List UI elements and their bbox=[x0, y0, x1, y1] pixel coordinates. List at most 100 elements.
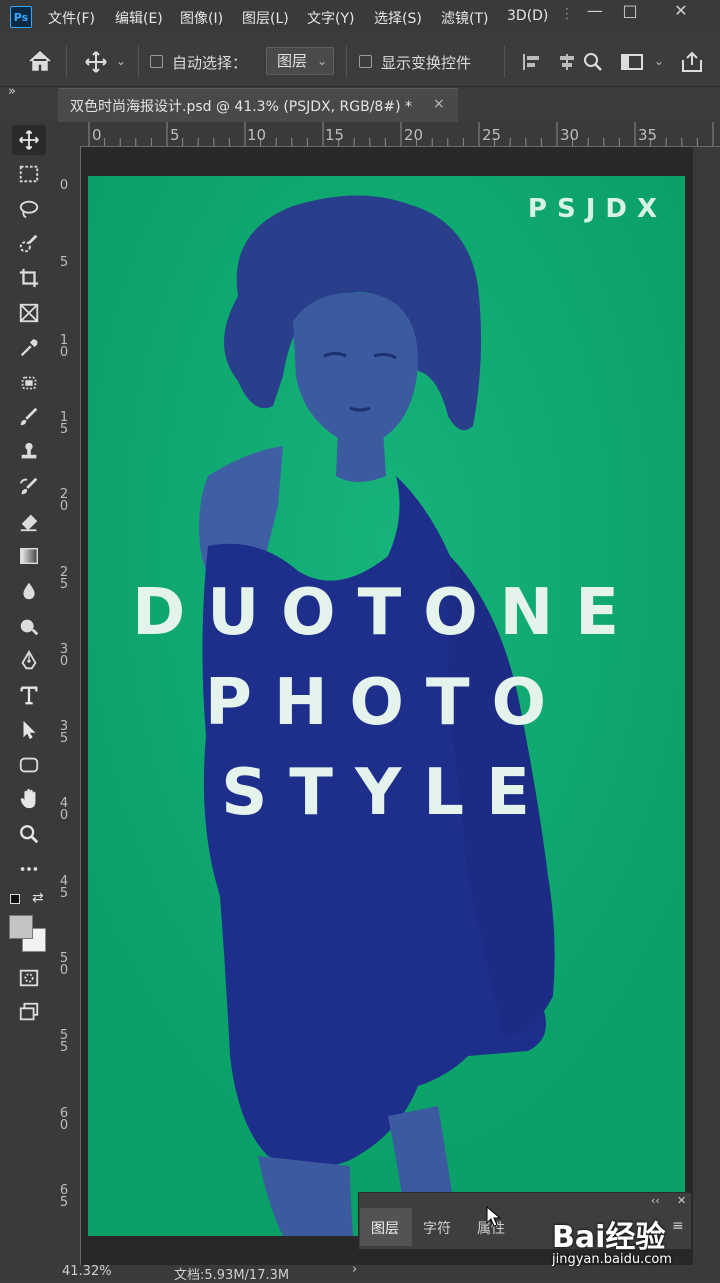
move-tool-icon[interactable] bbox=[12, 125, 46, 155]
ruler-tick-label: 30 bbox=[59, 641, 69, 669]
share-icon[interactable] bbox=[680, 50, 704, 78]
menu-file[interactable]: 文件(F) bbox=[48, 8, 95, 28]
chevron-down-icon[interactable]: ⌄ bbox=[654, 54, 664, 68]
show-transform-checkbox[interactable] bbox=[359, 55, 372, 68]
ruler-tick-label: 25 bbox=[59, 564, 69, 592]
vertical-scrollbar[interactable] bbox=[693, 147, 720, 1265]
maximize-button[interactable]: □ bbox=[615, 0, 645, 24]
spot-healing-tool-icon[interactable] bbox=[12, 368, 46, 398]
ruler-tick-label: 0 bbox=[92, 126, 102, 144]
menu-image[interactable]: 图像(I) bbox=[180, 8, 223, 28]
menu-separator: ⋮ bbox=[560, 6, 574, 22]
history-brush-tool-icon[interactable] bbox=[12, 472, 46, 502]
screen-mode-icon[interactable] bbox=[12, 997, 46, 1027]
tab-character[interactable]: 字符 bbox=[423, 1218, 451, 1238]
menu-type[interactable]: 文字(Y) bbox=[307, 8, 354, 28]
status-menu-arrow-icon[interactable]: › bbox=[352, 1262, 357, 1277]
mouse-cursor-icon bbox=[486, 1205, 502, 1232]
auto-select-checkbox[interactable] bbox=[150, 55, 163, 68]
menu-edit[interactable]: 编辑(E) bbox=[115, 8, 163, 28]
show-transform-label: 显示变换控件 bbox=[381, 54, 472, 72]
document-tab-title: 双色时尚海报设计.psd @ 41.3% (PSJDX, RGB/8#) * bbox=[70, 99, 412, 115]
ruler-tick-label: 50 bbox=[59, 951, 69, 978]
vertical-ruler bbox=[58, 146, 81, 1266]
menu-bar bbox=[0, 0, 720, 34]
options-separator bbox=[138, 46, 139, 78]
marquee-tool-icon[interactable] bbox=[12, 159, 46, 189]
ruler-tick-label: 35 bbox=[638, 126, 658, 144]
ruler-tick-label: 25 bbox=[482, 126, 502, 144]
blur-tool-icon[interactable] bbox=[12, 576, 46, 606]
type-tool-icon[interactable] bbox=[12, 680, 46, 710]
rectangle-tool-icon[interactable] bbox=[12, 750, 46, 780]
ruler-tick-label: 40 bbox=[59, 796, 69, 824]
quick-mask-icon[interactable] bbox=[12, 963, 46, 993]
crop-tool-icon[interactable] bbox=[12, 263, 46, 293]
search-icon[interactable] bbox=[582, 51, 604, 77]
auto-select-target-dropdown[interactable]: 图层 ⌄ bbox=[266, 47, 334, 75]
menu-filter[interactable]: 滤镜(T) bbox=[441, 8, 488, 28]
zoom-level[interactable]: 41.32% bbox=[62, 1264, 112, 1279]
auto-select-target-value: 图层 bbox=[277, 52, 308, 70]
tab-layers[interactable]: 图层 bbox=[371, 1218, 399, 1238]
lasso-tool-icon[interactable] bbox=[12, 194, 46, 224]
zoom-tool-icon[interactable] bbox=[12, 819, 46, 849]
menu-3d[interactable]: 3D(D) bbox=[507, 8, 548, 24]
path-selection-tool-icon[interactable] bbox=[12, 715, 46, 745]
ruler-tick-label: 15 bbox=[59, 409, 69, 437]
ruler-tick-label: 30 bbox=[560, 126, 580, 144]
close-window-button[interactable]: ✕ bbox=[666, 0, 696, 24]
dodge-tool-icon[interactable] bbox=[12, 611, 46, 641]
workspace-icon[interactable] bbox=[620, 52, 644, 76]
pen-tool-icon[interactable] bbox=[12, 646, 46, 676]
watermark-url: jingyan.baidu.com bbox=[552, 1252, 672, 1267]
options-separator bbox=[346, 46, 347, 78]
eyedropper-tool-icon[interactable] bbox=[12, 333, 46, 363]
home-icon[interactable] bbox=[28, 50, 52, 76]
ruler-tick-label: 60 bbox=[59, 1105, 69, 1133]
headline-line-3: STYLE bbox=[221, 756, 552, 830]
ruler-tick-label: 10 bbox=[59, 332, 69, 360]
ruler-tick-label: 20 bbox=[59, 487, 69, 515]
photoshop-logo: Ps bbox=[10, 6, 32, 28]
headline-line-1: DUOTONE bbox=[132, 576, 641, 650]
watermark-brand: Bai经验 bbox=[552, 1220, 666, 1255]
more-tools-icon[interactable] bbox=[12, 854, 46, 884]
ruler-tick-label: 45 bbox=[59, 873, 69, 901]
ruler-tick-label: 35 bbox=[59, 719, 69, 747]
ruler-tick-label: 10 bbox=[247, 126, 267, 144]
menu-layer[interactable]: 图层(L) bbox=[242, 8, 289, 28]
chevron-down-icon[interactable]: ⌄ bbox=[116, 54, 126, 68]
move-tool-preset-icon[interactable] bbox=[84, 50, 108, 78]
clone-stamp-tool-icon[interactable] bbox=[12, 437, 46, 467]
ruler-tick-label: 55 bbox=[59, 1028, 69, 1056]
ruler-tick-label: 20 bbox=[404, 126, 424, 144]
align-left-icon[interactable] bbox=[521, 52, 543, 76]
gradient-tool-icon[interactable] bbox=[12, 541, 46, 571]
poster-artboard[interactable]: PSJDX DUOTONE PHOTO STYLE bbox=[88, 176, 685, 1236]
foreground-color-swatch[interactable] bbox=[9, 915, 33, 939]
quick-selection-tool-icon[interactable] bbox=[12, 229, 46, 259]
frame-tool-icon[interactable] bbox=[12, 298, 46, 328]
ruler-tick-label: 65 bbox=[59, 1182, 69, 1210]
ruler-tick-label: 15 bbox=[325, 126, 345, 144]
baidu-jingyan-watermark: Bai经验 jingyan.baidu.com bbox=[552, 1204, 712, 1276]
document-size: 文档:5.93M/17.3M bbox=[174, 1268, 290, 1283]
ruler-tick-label: 5 bbox=[59, 255, 69, 271]
brush-tool-icon[interactable] bbox=[12, 402, 46, 432]
eraser-tool-icon[interactable] bbox=[12, 507, 46, 537]
minimize-button[interactable]: — bbox=[580, 0, 610, 24]
close-document-button[interactable]: × bbox=[433, 96, 445, 112]
chevron-down-icon: ⌄ bbox=[316, 54, 327, 68]
options-separator bbox=[504, 46, 505, 78]
ruler-tick-label: 5 bbox=[170, 126, 180, 144]
menu-select[interactable]: 选择(S) bbox=[374, 8, 422, 28]
align-center-icon[interactable] bbox=[556, 52, 578, 76]
expand-panels-icon[interactable]: » bbox=[8, 84, 16, 99]
hand-tool-icon[interactable] bbox=[12, 784, 46, 814]
default-colors-icon[interactable] bbox=[10, 894, 20, 904]
ruler-origin[interactable] bbox=[58, 122, 80, 146]
options-separator bbox=[66, 46, 67, 78]
swap-colors-icon[interactable]: ⇄ bbox=[32, 890, 44, 906]
auto-select-label: 自动选择： bbox=[172, 54, 248, 72]
